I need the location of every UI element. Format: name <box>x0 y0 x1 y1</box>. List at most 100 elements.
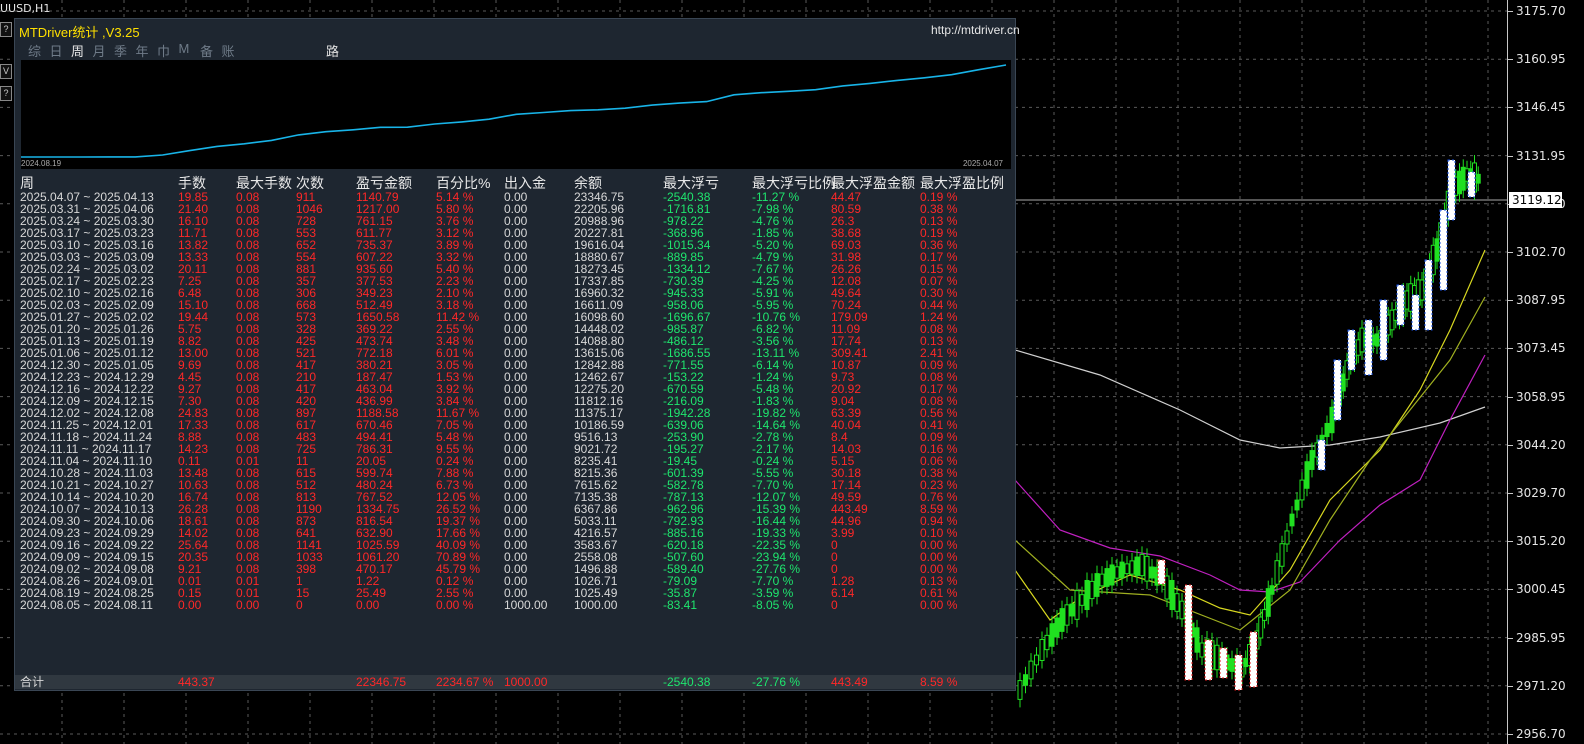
buy-trade-marker <box>1439 209 1448 291</box>
total-cell: 1000.00 <box>504 675 548 689</box>
tab-2[interactable]: 周 <box>71 41 84 60</box>
buy-trade-marker <box>1379 299 1388 361</box>
price-label: 2971.20 <box>1516 678 1566 693</box>
table-cell: 0 <box>296 598 303 612</box>
candle-body <box>1059 608 1065 632</box>
candle-body <box>1017 680 1023 700</box>
candle-body <box>1279 543 1285 567</box>
buy-trade-marker <box>1317 439 1326 471</box>
candle-body <box>1274 560 1280 585</box>
equity-curve-chart <box>21 60 1011 169</box>
candle-body <box>1199 642 1205 658</box>
buy-trade-marker <box>1347 329 1356 371</box>
price-label: 3015.20 <box>1516 534 1566 549</box>
total-row: 合计 443.37 22346.75 2234.67 % 1000.00 -2540.38… <box>15 675 1015 689</box>
candle-body <box>1049 623 1055 647</box>
table-header: 周手数 最大手数 次数 盈亏金额 百分比% 出入金 余额 最大浮亏 最大浮亏比例 最大浮盈金额 最大… <box>15 173 1015 191</box>
price-tick <box>1508 685 1513 687</box>
tab-5[interactable]: 年 <box>136 41 149 60</box>
candle-body <box>1069 603 1075 617</box>
table-cell: 0.00 <box>236 598 260 612</box>
help-button-2[interactable]: ? <box>0 86 12 101</box>
price-label: 3146.45 <box>1516 100 1566 115</box>
candle-body <box>1134 556 1140 576</box>
total-cell: 合计 <box>20 675 45 689</box>
candle-body <box>1179 600 1185 620</box>
table-cell: 2024.08.05 ~ 2024.08.11 <box>20 598 153 612</box>
price-label: 3175.70 <box>1516 4 1566 18</box>
candle-body <box>1299 479 1305 501</box>
candle-body <box>1294 499 1300 511</box>
price-tick <box>1508 493 1513 494</box>
equity-start-date: 2024.08.19 <box>21 159 62 168</box>
v-button[interactable]: V <box>0 64 12 79</box>
help-button[interactable]: ? <box>0 22 12 37</box>
candle-body <box>1289 513 1295 527</box>
table-cell: 1000.00 <box>504 598 548 612</box>
candle-body <box>1309 450 1315 470</box>
price-tick <box>1508 541 1513 543</box>
candle-body <box>1194 627 1200 653</box>
candle-body <box>1169 579 1175 611</box>
table-cell: 0.00 % <box>436 598 474 612</box>
candle-body <box>1214 644 1220 671</box>
candle-body <box>1023 674 1028 686</box>
price-tick <box>1508 348 1513 350</box>
weekly-stats-table: 2025.04.07 ~ 2025.04.13 19.85 0.08 911 1140.… <box>15 191 1015 611</box>
candle-body <box>1074 590 1080 620</box>
price-tick <box>1508 734 1513 735</box>
equity-curve-line <box>21 64 1007 158</box>
candle-body <box>1054 617 1060 638</box>
price-label: 2956.70 <box>1516 727 1566 741</box>
candle-body <box>1099 573 1105 587</box>
sell-trade-marker <box>1234 654 1243 691</box>
tab-0[interactable]: 综 <box>28 41 41 60</box>
candle-body <box>1129 560 1135 575</box>
tab-8[interactable]: 备 <box>200 41 213 60</box>
tab-7[interactable]: M <box>179 41 190 56</box>
price-label: 3131.95 <box>1516 148 1566 163</box>
buy-trade-marker <box>1364 319 1373 376</box>
candle-body <box>1044 634 1050 651</box>
equity-end-date: 2025.04.07 <box>962 159 1003 168</box>
table-cell: -8.05 % <box>752 598 794 612</box>
candle-body <box>1119 561 1125 579</box>
sell-trade-marker <box>1219 647 1228 679</box>
candle-body <box>1084 579 1090 611</box>
price-tick <box>1508 637 1513 639</box>
price-tick <box>1508 300 1513 302</box>
buy-trade-marker <box>1411 294 1420 331</box>
tab-4[interactable]: 季 <box>114 41 127 60</box>
table-cell: 1000.00 <box>574 598 618 612</box>
candle-body <box>1229 658 1235 672</box>
tab-3[interactable]: 月 <box>93 41 106 60</box>
price-tick <box>1508 11 1513 12</box>
price-tick <box>1508 396 1513 398</box>
buy-trade-marker <box>1447 159 1456 221</box>
current-price-label: 3119.12 <box>1509 192 1562 208</box>
price-label: 3160.95 <box>1516 52 1566 67</box>
total-cell: -2540.38 <box>663 675 711 689</box>
candle-body <box>1094 573 1100 597</box>
total-cell: 443.37 <box>178 675 215 689</box>
sell-trade-marker <box>1184 584 1193 681</box>
candle-body <box>1304 461 1310 489</box>
price-tick <box>1508 252 1513 253</box>
price-label: 3058.95 <box>1516 389 1566 404</box>
panel-title: MTDriver统计 ,V3.25 <box>19 25 140 40</box>
stats-panel: MTDriver统计 ,V3.25 http://mtdriver.cn 综日周… <box>14 18 1020 691</box>
panel-url-link[interactable]: http://mtdriver.cn <box>931 23 1020 37</box>
buy-trade-marker <box>1333 359 1342 421</box>
price-axis[interactable]: 3175.703160.953146.453131.953117.203102.… <box>1507 0 1584 744</box>
price-tick <box>1508 59 1513 61</box>
candle-body <box>1089 580 1095 600</box>
ma-magenta-line <box>1014 354 1486 593</box>
sell-trade-marker <box>1249 631 1258 688</box>
candle-body <box>1475 173 1481 184</box>
candle-body <box>1174 593 1180 612</box>
table-cell: 0.00 <box>356 598 380 612</box>
table-cell: 0.00 % <box>920 598 958 612</box>
candle-body <box>1079 594 1085 606</box>
tab-6[interactable]: 巾 <box>157 41 170 60</box>
tab-1[interactable]: 日 <box>50 41 63 60</box>
